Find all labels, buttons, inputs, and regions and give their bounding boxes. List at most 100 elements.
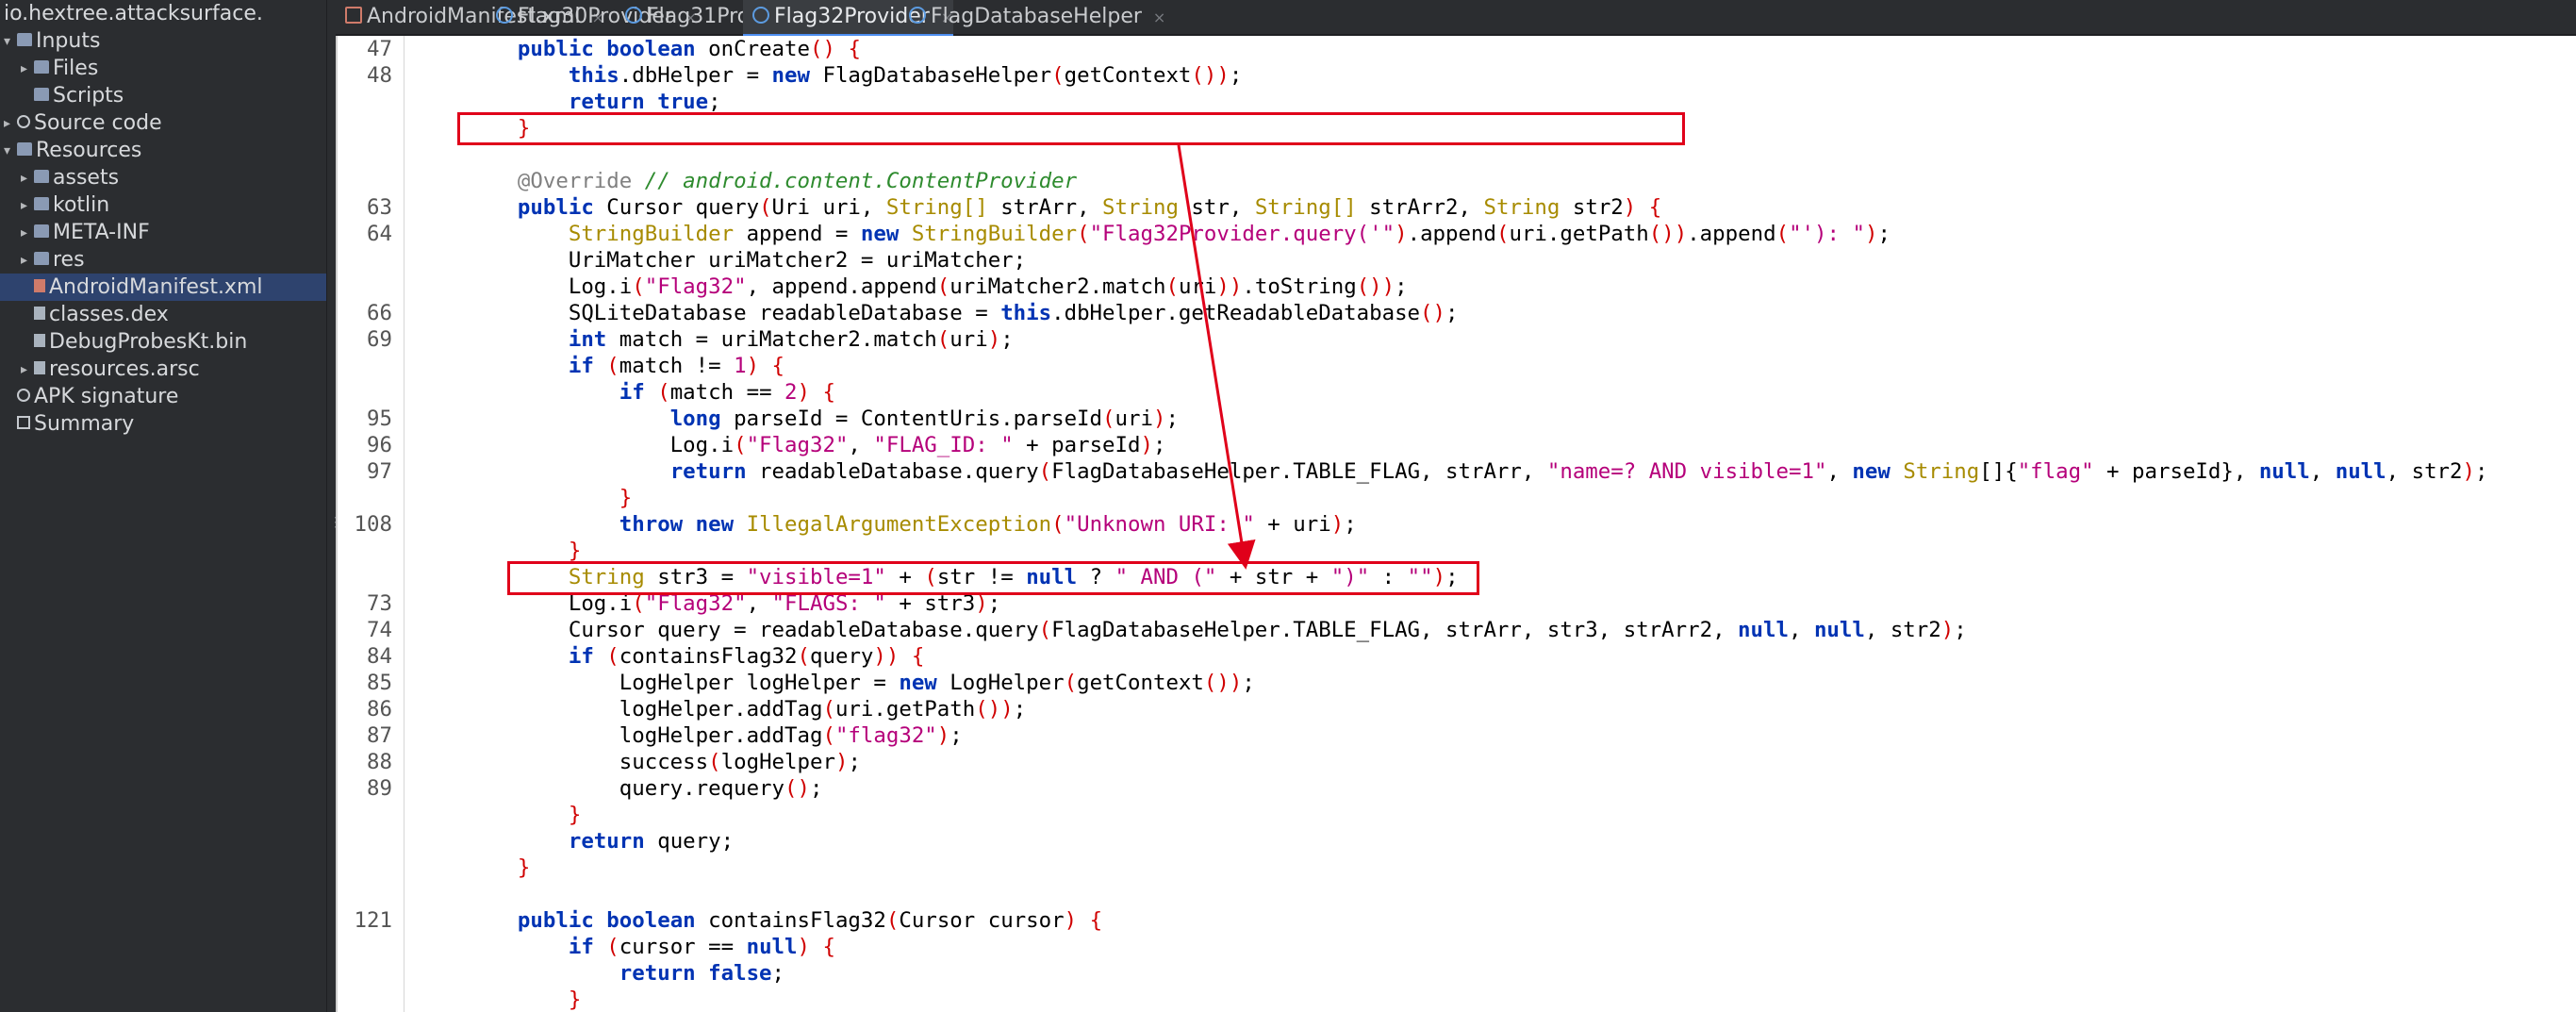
- code-line[interactable]: @Override // android.content.ContentProv…: [338, 168, 2576, 194]
- tree-item-res[interactable]: ▸ res: [0, 246, 326, 274]
- code-line[interactable]: }: [338, 538, 2576, 564]
- code-text: }: [467, 987, 581, 1012]
- expand-right-icon[interactable]: ▸: [21, 165, 34, 192]
- close-tab-icon[interactable]: ×: [1153, 8, 1165, 26]
- tree-item-androidmanifest-xml[interactable]: AndroidManifest.xml: [0, 274, 326, 301]
- code-token: ;: [1242, 671, 1255, 695]
- code-line[interactable]: [338, 881, 2576, 907]
- expand-right-icon[interactable]: ▸: [21, 56, 34, 83]
- expand-down-icon[interactable]: ▾: [4, 28, 17, 56]
- code-token: ,: [1788, 618, 1814, 642]
- code-token: String: [1903, 459, 1980, 484]
- tree-item-scripts[interactable]: Scripts: [0, 82, 326, 109]
- code-token: ;: [1152, 433, 1166, 457]
- code-token: (: [1038, 618, 1052, 642]
- code-line[interactable]: 48 this.dbHelper = new FlagDatabaseHelpe…: [338, 62, 2576, 89]
- code-line[interactable]: }: [338, 485, 2576, 511]
- code-line[interactable]: 108 throw new IllegalArgumentException("…: [338, 511, 2576, 538]
- code-line[interactable]: 87 logHelper.addTag("flag32");: [338, 722, 2576, 749]
- code-line[interactable]: 95 long parseId = ContentUris.parseId(ur…: [338, 406, 2576, 432]
- code-token: ): [797, 935, 810, 959]
- code-line[interactable]: 69 int match = uriMatcher2.match(uri);: [338, 326, 2576, 353]
- expand-down-icon[interactable]: ▾: [4, 138, 17, 165]
- code-line[interactable]: 96 Log.i("Flag32", "FLAG_ID: " + parseId…: [338, 432, 2576, 458]
- line-number: 95: [367, 406, 392, 431]
- code-token: throw: [619, 512, 684, 537]
- expand-right-icon[interactable]: ▸: [4, 110, 17, 138]
- tree-item-meta-inf[interactable]: ▸ META-INF: [0, 219, 326, 246]
- code-token: readableDatabase.query: [746, 459, 1039, 484]
- expand-right-icon[interactable]: ▸: [21, 192, 34, 220]
- code-line[interactable]: 86 logHelper.addTag(uri.getPath());: [338, 696, 2576, 722]
- folder-icon: [34, 252, 49, 265]
- code-token: uriMatcher2.match: [949, 274, 1166, 299]
- code-line[interactable]: return true;: [338, 89, 2576, 115]
- code-editor[interactable]: 47 public boolean onCreate() {48 this.db…: [336, 36, 2576, 1012]
- code-token: ): [797, 380, 810, 405]
- code-token: ,: [848, 433, 874, 457]
- tree-item-apk-signature[interactable]: APK signature: [0, 383, 326, 410]
- project-title[interactable]: io.hextree.attacksurface.: [0, 0, 326, 27]
- expand-right-icon[interactable]: ▸: [21, 247, 34, 274]
- code-token: }: [568, 539, 582, 563]
- code-line[interactable]: UriMatcher uriMatcher2 = uriMatcher;: [338, 247, 2576, 274]
- tree-item-source-code[interactable]: ▸ Source code: [0, 109, 326, 137]
- code-line[interactable]: 63 public Cursor query(Uri uri, String[]…: [338, 194, 2576, 221]
- line-number: 66: [367, 301, 392, 325]
- tree-item-debugprobeskt-bin[interactable]: DebugProbesKt.bin: [0, 328, 326, 356]
- code-token: if: [568, 644, 594, 669]
- code-token: ): [987, 327, 1001, 352]
- code-token: (: [734, 433, 747, 457]
- code-line[interactable]: 84 if (containsFlag32(query)) {: [338, 643, 2576, 670]
- code-token: public: [517, 37, 594, 61]
- code-line[interactable]: if (cursor == null) {: [338, 934, 2576, 960]
- code-line[interactable]: 85 LogHelper logHelper = new LogHelper(g…: [338, 670, 2576, 696]
- expand-right-icon[interactable]: ▸: [21, 357, 34, 384]
- tree-item-classes-dex[interactable]: classes.dex: [0, 301, 326, 328]
- code-token: "flag": [2017, 459, 2094, 484]
- tree-item-summary[interactable]: Summary: [0, 410, 326, 438]
- expand-right-icon[interactable]: ▸: [21, 220, 34, 247]
- tree-item-files[interactable]: ▸ Files: [0, 55, 326, 82]
- tree-item-inputs[interactable]: ▾ Inputs: [0, 27, 326, 55]
- tab-flagdatabasehelper[interactable]: FlagDatabaseHelper ×: [900, 0, 1165, 34]
- code-text: if (cursor == null) {: [467, 934, 835, 960]
- code-line[interactable]: 64 StringBuilder append = new StringBuil…: [338, 221, 2576, 247]
- code-text: throw new IllegalArgumentException("Unkn…: [467, 511, 1357, 538]
- code-token: ): [1940, 618, 1955, 642]
- tree-item-kotlin[interactable]: ▸ kotlin: [0, 191, 326, 219]
- code-text: UriMatcher uriMatcher2 = uriMatcher;: [467, 247, 1026, 274]
- code-token: (: [885, 908, 900, 933]
- code-line[interactable]: return false;: [338, 960, 2576, 987]
- code-line[interactable]: 89 query.requery();: [338, 775, 2576, 802]
- line-number: 64: [367, 222, 392, 246]
- code-line[interactable]: 88 success(logHelper);: [338, 749, 2576, 775]
- code-line[interactable]: }: [338, 854, 2576, 881]
- code-line[interactable]: }: [338, 802, 2576, 828]
- code-line[interactable]: 121 public boolean containsFlag32(Cursor…: [338, 907, 2576, 934]
- line-number: 108: [354, 512, 392, 537]
- code-line[interactable]: 66 SQLiteDatabase readableDatabase = thi…: [338, 300, 2576, 326]
- code-token: ;: [949, 723, 963, 748]
- tree-item-resources[interactable]: ▾ Resources: [0, 137, 326, 164]
- code-line[interactable]: if (match == 2) {: [338, 379, 2576, 406]
- code-line[interactable]: [338, 141, 2576, 168]
- tree-item-assets[interactable]: ▸ assets: [0, 164, 326, 191]
- code-line[interactable]: 97 return readableDatabase.query(FlagDat…: [338, 458, 2576, 485]
- tree-item-resources-arsc[interactable]: ▸ resources.arsc: [0, 356, 326, 383]
- code-token: "flag32": [834, 723, 937, 748]
- code-line[interactable]: if (match != 1) {: [338, 353, 2576, 379]
- code-line[interactable]: Log.i("Flag32", append.append(uriMatcher…: [338, 274, 2576, 300]
- code-token: new: [860, 222, 900, 246]
- code-text: success(logHelper);: [467, 749, 861, 775]
- code-line[interactable]: 74 Cursor query = readableDatabase.query…: [338, 617, 2576, 643]
- code-token: {: [810, 380, 835, 405]
- code-line[interactable]: 47 public boolean onCreate() {: [338, 36, 2576, 62]
- code-line[interactable]: }: [338, 987, 2576, 1012]
- code-token: boolean: [606, 37, 696, 61]
- code-token: logHelper: [720, 750, 835, 774]
- code-line[interactable]: return query;: [338, 828, 2576, 854]
